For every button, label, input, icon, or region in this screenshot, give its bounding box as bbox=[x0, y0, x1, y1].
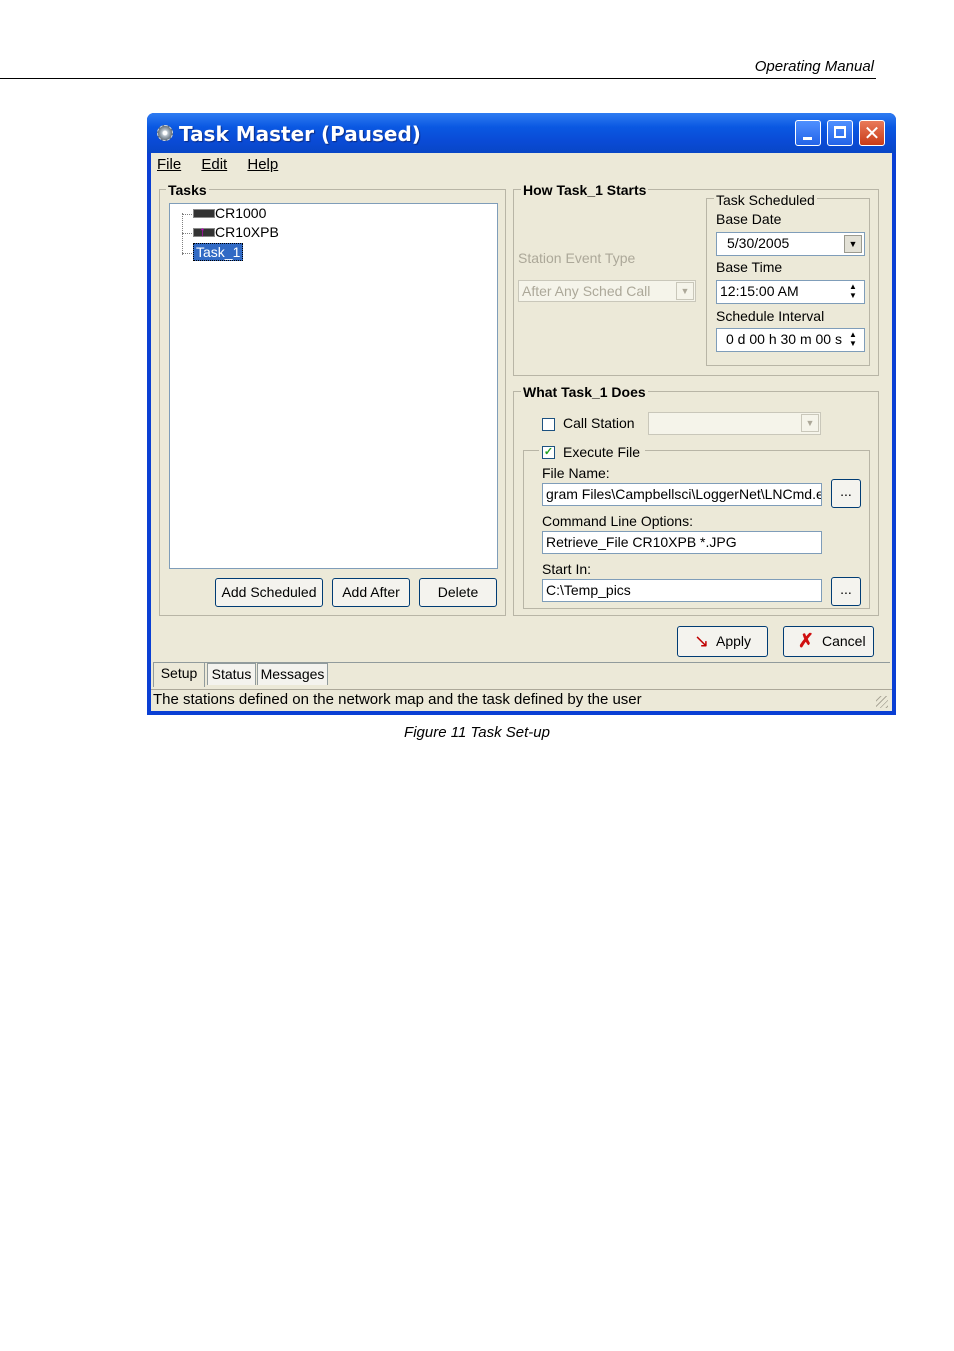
datalogger-icon bbox=[193, 209, 215, 218]
close-button[interactable]: ✕ bbox=[859, 120, 885, 146]
station-event-type-select[interactable]: After Any Sched Call bbox=[518, 280, 696, 302]
tree-line bbox=[182, 214, 192, 216]
station-event-type-label: Station Event Type bbox=[518, 250, 636, 266]
header-rule bbox=[0, 78, 876, 79]
base-time-value: 12:15:00 AM bbox=[720, 283, 799, 299]
gear-icon bbox=[157, 125, 173, 141]
command-line-input[interactable]: Retrieve_File CR10XPB *.JPG bbox=[542, 531, 822, 554]
menu-bar: File Edit Help bbox=[157, 156, 294, 173]
apply-label: Apply bbox=[716, 633, 752, 649]
tree-line bbox=[182, 253, 192, 255]
status-bar: The stations defined on the network map … bbox=[151, 689, 892, 711]
call-station-checkbox[interactable] bbox=[542, 418, 555, 431]
title-bar[interactable]: Task Master (Paused) ✕ bbox=[147, 113, 896, 153]
command-line-label: Command Line Options: bbox=[542, 513, 693, 529]
menu-edit[interactable]: Edit bbox=[201, 156, 227, 173]
browse-file-button[interactable]: ... bbox=[831, 479, 861, 508]
flag-icon: ↑ bbox=[199, 223, 206, 239]
dialog-client: File Edit Help Tasks CR1000 ↑ CR10XPB Ta… bbox=[151, 153, 892, 711]
schedule-interval-input[interactable]: 0 d 00 h 30 m 00 s bbox=[716, 328, 865, 352]
chevron-down-icon[interactable]: ▼ bbox=[801, 414, 819, 432]
file-name-label: File Name: bbox=[542, 465, 610, 481]
base-time-input[interactable]: 12:15:00 AM bbox=[716, 280, 865, 304]
interval-spinner[interactable]: ▲ ▼ bbox=[844, 330, 862, 350]
base-date-picker[interactable]: 5/30/2005 bbox=[716, 232, 865, 256]
cancel-label: Cancel bbox=[822, 633, 866, 649]
call-station-label: Call Station bbox=[563, 415, 635, 431]
start-in-input[interactable]: C:\Temp_pics bbox=[542, 579, 822, 602]
chevron-down-icon[interactable]: ▼ bbox=[676, 282, 694, 300]
schedule-interval-label: Schedule Interval bbox=[716, 308, 825, 324]
station-event-type-value: After Any Sched Call bbox=[522, 283, 651, 299]
start-in-value: C:\Temp_pics bbox=[546, 582, 631, 598]
file-name-input[interactable]: gram Files\Campbellsci\LoggerNet\LNCmd.e… bbox=[542, 483, 822, 506]
tree-item-task1[interactable]: Task_1 bbox=[193, 243, 244, 261]
page-header: Operating Manual bbox=[754, 58, 874, 75]
apply-button[interactable]: ↘ Apply bbox=[677, 626, 768, 657]
add-after-button[interactable]: Add After bbox=[332, 578, 410, 607]
status-text: The stations defined on the network map … bbox=[153, 691, 642, 708]
base-date-label: Base Date bbox=[716, 211, 782, 227]
cancel-x-icon: ✗ bbox=[798, 631, 814, 652]
close-icon: ✕ bbox=[863, 121, 881, 145]
tree-item-cr10xpb[interactable]: CR10XPB bbox=[215, 224, 279, 240]
tree-item-cr1000[interactable]: CR1000 bbox=[215, 205, 266, 221]
menu-file-label: File bbox=[157, 156, 182, 173]
browse-start-in-button[interactable]: ... bbox=[831, 577, 861, 606]
tree-line bbox=[182, 233, 192, 235]
delete-button[interactable]: Delete bbox=[419, 578, 497, 607]
how-task-starts-label: How Task_1 Starts bbox=[521, 182, 649, 198]
call-station-select[interactable] bbox=[648, 412, 821, 435]
tab-setup[interactable]: Setup bbox=[153, 663, 205, 687]
file-name-value: gram Files\Campbellsci\LoggerNet\LNCmd.e… bbox=[546, 486, 822, 502]
minimize-button[interactable] bbox=[795, 120, 821, 146]
schedule-interval-value: 0 d 00 h 30 m 00 s bbox=[726, 331, 842, 347]
menu-help[interactable]: Help bbox=[247, 156, 278, 173]
window-title: Task Master (Paused) bbox=[179, 122, 421, 146]
tasks-group-label: Tasks bbox=[166, 182, 209, 198]
maximize-button[interactable] bbox=[827, 120, 853, 146]
time-spinner[interactable]: ▲ ▼ bbox=[844, 282, 862, 302]
minimize-icon bbox=[803, 137, 812, 140]
resize-grip-icon[interactable] bbox=[876, 696, 888, 708]
base-date-value: 5/30/2005 bbox=[727, 235, 790, 251]
cancel-button[interactable]: ✗ Cancel bbox=[783, 626, 874, 657]
tab-status[interactable]: Status bbox=[207, 663, 256, 685]
execute-file-checkbox[interactable]: ✓ bbox=[542, 446, 555, 459]
chevron-down-icon[interactable]: ▼ bbox=[844, 235, 862, 253]
task-scheduled-label: Task Scheduled bbox=[714, 192, 817, 208]
maximize-icon bbox=[834, 126, 846, 138]
figure-caption: Figure 11 Task Set-up bbox=[404, 724, 550, 741]
execute-file-label: Execute File bbox=[563, 444, 641, 460]
task-tree[interactable]: CR1000 ↑ CR10XPB Task_1 bbox=[169, 203, 498, 569]
menu-edit-label: Edit bbox=[201, 156, 228, 173]
apply-arrow-icon: ↘ bbox=[694, 631, 710, 651]
menu-help-label: Help bbox=[247, 156, 279, 173]
add-scheduled-button[interactable]: Add Scheduled bbox=[215, 578, 323, 607]
tab-messages[interactable]: Messages bbox=[257, 663, 328, 685]
command-line-value: Retrieve_File CR10XPB *.JPG bbox=[546, 534, 737, 550]
task-master-window: Task Master (Paused) ✕ File Edit Help Ta… bbox=[147, 113, 896, 715]
base-time-label: Base Time bbox=[716, 259, 783, 275]
start-in-label: Start In: bbox=[542, 561, 592, 577]
what-task-does-label: What Task_1 Does bbox=[521, 384, 648, 400]
menu-file[interactable]: File bbox=[157, 156, 181, 173]
